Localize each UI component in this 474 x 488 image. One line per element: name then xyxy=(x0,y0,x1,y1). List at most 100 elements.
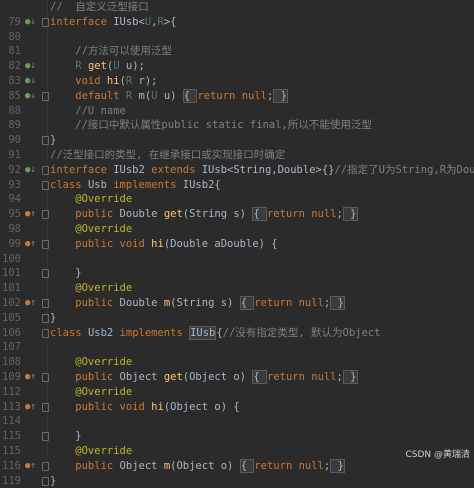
code-token: u); xyxy=(120,60,145,72)
code-text[interactable]: //U name xyxy=(50,104,126,119)
fold-marker-icon[interactable] xyxy=(42,403,49,412)
line-number: 116 xyxy=(0,459,21,474)
code-line[interactable]: 101 @Override xyxy=(0,281,474,296)
code-token: get xyxy=(88,60,107,72)
fold-marker-icon[interactable] xyxy=(42,136,49,145)
code-text[interactable]: @Override xyxy=(50,385,132,400)
code-text[interactable]: public Double m(String s) { return null;… xyxy=(50,296,345,311)
code-line[interactable]: 94 @Override xyxy=(0,192,474,207)
code-text[interactable]: } xyxy=(50,133,56,148)
code-line[interactable]: 106 class Usb2 implements IUsb{//没有指定类型, … xyxy=(0,326,474,341)
code-line[interactable]: 119} xyxy=(0,474,474,488)
code-text[interactable]: } xyxy=(50,429,82,444)
code-line[interactable]: 91//泛型接口的类型, 在继承接口或实现接口时确定 xyxy=(0,148,474,163)
implementation-gutter-icon[interactable]: ●↓ xyxy=(25,76,36,87)
code-text[interactable]: class Usb2 implements IUsb{//没有指定类型, 默认为… xyxy=(50,326,380,341)
code-text[interactable]: @Override xyxy=(50,222,132,237)
code-line[interactable]: 109●↑ public Object get(Object o) { retu… xyxy=(0,370,474,385)
code-text[interactable]: public Double get(String s) { return nul… xyxy=(50,207,358,222)
code-line[interactable]: 85●↓ default R m(U u) { return null; } xyxy=(0,89,474,104)
code-text[interactable]: public void hi(Object o) { xyxy=(50,400,240,415)
code-line[interactable]: 80 xyxy=(0,30,474,45)
implementation-gutter-icon[interactable]: ●↓ xyxy=(25,17,36,28)
code-text[interactable]: } xyxy=(50,311,56,326)
code-line[interactable]: 116 ●↑ public Object m(Object o) { return… xyxy=(0,459,474,474)
code-text[interactable]: class Usb implements IUsb2{ xyxy=(50,178,221,193)
code-line[interactable]: 83●↓ void hi(R r); xyxy=(0,74,474,89)
line-number: 115 xyxy=(0,444,21,459)
code-line[interactable]: 82●↓ R get(U u); xyxy=(0,59,474,74)
override-gutter-icon[interactable]: ●↑ xyxy=(25,461,36,472)
code-text[interactable]: @Override xyxy=(50,355,132,370)
code-line[interactable]: 81 //方法可以使用泛型 xyxy=(0,44,474,59)
fold-marker-icon[interactable] xyxy=(42,18,49,27)
code-line[interactable]: 105} xyxy=(0,311,474,326)
fold-marker-icon[interactable] xyxy=(42,477,49,486)
code-text[interactable]: } xyxy=(50,266,82,281)
code-line[interactable]: 93class Usb implements IUsb2{ xyxy=(0,178,474,193)
code-text[interactable]: //泛型接口的类型, 在继承接口或实现接口时确定 xyxy=(50,148,285,163)
fold-marker-icon[interactable] xyxy=(42,210,49,219)
code-text[interactable]: public Object m(Object o) { return null;… xyxy=(50,459,345,474)
code-line[interactable]: 108 @Override xyxy=(0,355,474,370)
code-line[interactable]: 90} xyxy=(0,133,474,148)
code-line[interactable]: 107 xyxy=(0,340,474,355)
code-line[interactable]: 95●↑ public Double get(String s) { retur… xyxy=(0,207,474,222)
code-text[interactable]: interface IUsb2 extends IUsb<String,Doub… xyxy=(50,163,474,178)
code-text[interactable]: interface IUsb<U,R>{ xyxy=(50,15,176,30)
fold-marker-icon[interactable] xyxy=(42,92,49,101)
code-token: { xyxy=(252,370,267,384)
code-text[interactable]: @Override xyxy=(50,192,132,207)
code-line[interactable]: 92●↓interface IUsb2 extends IUsb<String,… xyxy=(0,163,474,178)
code-line[interactable]: 113●↑ public void hi(Object o) { xyxy=(0,400,474,415)
override-gutter-icon[interactable]: ●↑ xyxy=(25,298,36,309)
fold-marker-icon[interactable] xyxy=(42,181,49,190)
code-token: //没有指定类型, 默认为Object xyxy=(223,327,381,339)
fold-marker-icon[interactable] xyxy=(42,329,49,338)
fold-marker-icon[interactable] xyxy=(42,432,49,441)
override-gutter-icon[interactable]: ●↑ xyxy=(25,239,36,250)
code-line[interactable]: // 自定义泛型接口 xyxy=(0,0,474,15)
line-number: 106 xyxy=(0,326,21,341)
code-token: default xyxy=(50,90,126,102)
fold-marker-icon[interactable] xyxy=(42,299,49,308)
code-line[interactable]: 112 @Override xyxy=(0,385,474,400)
fold-marker-icon[interactable] xyxy=(42,373,49,382)
override-gutter-icon[interactable]: ●↑ xyxy=(25,372,36,383)
code-editor[interactable]: // 自定义泛型接口79●↓interface IUsb<U,R>{8081 /… xyxy=(0,0,474,464)
code-line[interactable]: 102●↑ public Double m(String s) { return… xyxy=(0,296,474,311)
code-token: ; xyxy=(337,208,343,220)
code-text[interactable]: void hi(R r); xyxy=(50,74,158,89)
code-text[interactable]: // 自定义泛型接口 xyxy=(50,0,149,15)
code-text[interactable]: //接口中默认属性public static final,所以不能使用泛型 xyxy=(50,118,372,133)
code-line[interactable]: 98 @Override xyxy=(0,222,474,237)
code-line[interactable]: 88 //U name xyxy=(0,104,474,119)
fold-marker-icon[interactable] xyxy=(42,462,49,471)
override-gutter-icon[interactable]: ●↑ xyxy=(25,402,36,413)
code-text[interactable]: R get(U u); xyxy=(50,59,145,74)
fold-marker-icon[interactable] xyxy=(42,166,49,175)
code-line[interactable]: 115 @Override xyxy=(0,444,474,459)
code-line[interactable]: 115 } xyxy=(0,429,474,444)
fold-marker-icon[interactable] xyxy=(42,269,49,278)
code-line[interactable]: 89 //接口中默认属性public static final,所以不能使用泛型 xyxy=(0,118,474,133)
code-line[interactable]: 101 } xyxy=(0,266,474,281)
code-text[interactable]: @Override xyxy=(50,281,132,296)
code-text[interactable]: //方法可以使用泛型 xyxy=(50,44,172,59)
implementation-gutter-icon[interactable]: ●↓ xyxy=(25,61,36,72)
fold-marker-icon[interactable] xyxy=(42,240,49,249)
code-text[interactable]: default R m(U u) { return null; } xyxy=(50,89,288,104)
code-line[interactable]: 100 xyxy=(0,252,474,267)
code-line[interactable]: 79●↓interface IUsb<U,R>{ xyxy=(0,15,474,30)
code-text[interactable]: } xyxy=(50,474,56,488)
implementation-gutter-icon[interactable]: ●↓ xyxy=(25,165,36,176)
fold-marker-icon[interactable] xyxy=(42,314,49,323)
override-gutter-icon[interactable]: ●↑ xyxy=(25,209,36,220)
implementation-gutter-icon[interactable]: ●↓ xyxy=(25,91,36,102)
code-text[interactable]: public Object get(Object o) { return nul… xyxy=(50,370,358,385)
code-line[interactable]: 114 xyxy=(0,414,474,429)
code-token: } xyxy=(50,134,56,146)
code-text[interactable]: public void hi(Double aDouble) { xyxy=(50,237,278,252)
code-text[interactable]: @Override xyxy=(50,444,132,459)
code-line[interactable]: 99●↑ public void hi(Double aDouble) { xyxy=(0,237,474,252)
